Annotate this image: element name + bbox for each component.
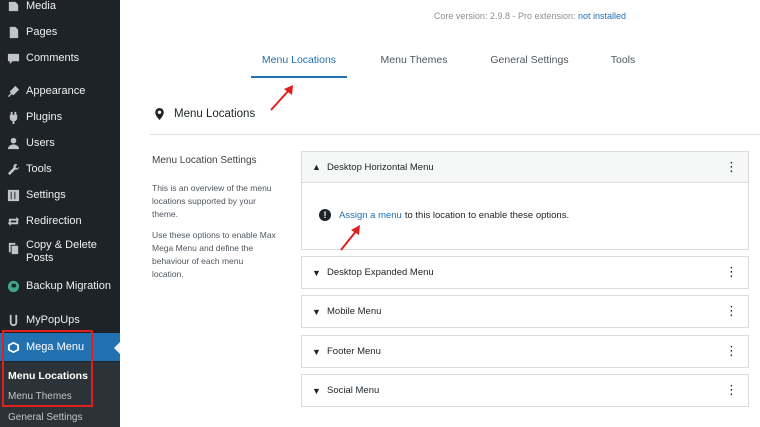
sidebar-item-label: Comments [26,51,80,64]
appearance-icon [6,84,20,98]
media-icon [6,0,20,13]
notice-text: to this location to enable these options… [404,209,570,221]
main-content: Core version: 2.9.8 - Pro extension: not… [120,0,760,427]
more-options-icon[interactable]: ⋮ [725,383,738,397]
copy-delete-icon [6,241,20,255]
panel-footer-menu[interactable]: ▼ Footer Menu ⋮ [301,335,749,368]
more-options-icon[interactable]: ⋮ [725,304,738,318]
pro-extension-link[interactable]: not installed [578,11,626,21]
sidebar-item-appearance[interactable]: Appearance [0,78,120,104]
section-title-text: Menu Locations [174,108,256,120]
panel-title: Desktop Horizontal Menu [327,161,434,173]
admin-sidebar: Media Pages Comments Appearance Plugins … [0,0,120,427]
sidebar-item-plugins[interactable]: Plugins [0,104,120,130]
chevron-down-icon: ▼ [312,346,321,357]
tab-bar: Menu Locations Menu Themes General Setti… [120,54,760,78]
panel-header[interactable]: ▼ Desktop Expanded Menu ⋮ [302,257,748,288]
more-options-icon[interactable]: ⋮ [725,265,738,279]
chevron-down-icon: ▼ [312,267,321,278]
submenu-item-general-settings[interactable]: General Settings [8,412,83,423]
sidebar-item-label: Pages [26,25,58,38]
panel-title: Desktop Expanded Menu [327,267,434,278]
section-heading: Menu Locations [154,108,255,120]
sidebar-item-comments[interactable]: Comments [0,45,120,71]
settings-heading: Menu Location Settings [152,155,257,166]
panel-header[interactable]: ▲ Desktop Horizontal Menu ⋮ [302,152,748,183]
sidebar-item-label: Media [26,0,56,12]
settings-icon [6,188,20,202]
panel-social-menu[interactable]: ▼ Social Menu ⋮ [301,374,749,407]
panel-body: ! Assign a menu to this location to enab… [302,183,748,251]
settings-desc-2: Use these options to enable Max Mega Men… [152,230,276,279]
tab-menu-locations[interactable]: Menu Locations [251,54,347,78]
users-icon [6,136,20,150]
sidebar-item-label: Copy & Delete Posts [26,239,97,264]
sidebar-item-backup-migration[interactable]: Backup Migration [0,273,120,299]
divider [150,134,760,135]
sidebar-item-tools[interactable]: Tools [0,156,120,182]
panel-mobile-menu[interactable]: ▼ Mobile Menu ⋮ [301,295,749,328]
sidebar-item-label: Appearance [26,84,86,97]
tab-general-settings[interactable]: General Settings [482,54,577,78]
redirection-icon [6,214,20,228]
sidebar-item-settings[interactable]: Settings [0,182,120,208]
sidebar-item-pages[interactable]: Pages [0,19,120,45]
panel-title: Social Menu [327,385,380,396]
pages-icon [6,25,20,39]
assign-menu-link[interactable]: Assign a menu [339,210,402,221]
tools-icon [6,162,20,176]
plugins-icon [6,110,20,124]
panel-header[interactable]: ▼ Mobile Menu ⋮ [302,296,748,327]
backup-icon [6,279,20,293]
settings-description: Menu Location Settings This is an overvi… [152,155,277,289]
tab-tools[interactable]: Tools [603,54,643,78]
sidebar-item-label: Users [26,136,55,149]
comments-icon [6,51,20,65]
warning-icon: ! [319,209,331,221]
sidebar-item-label: Tools [26,162,52,175]
annotation-highlight-box [2,330,93,407]
chevron-up-icon: ▲ [312,162,321,172]
version-info: Core version: 2.9.8 - Pro extension: not… [120,11,760,21]
sidebar-item-label: Plugins [26,110,63,123]
version-text: Core version: 2.9.8 - Pro extension: [433,11,576,21]
sidebar-item-label: MyPopUps [26,313,80,326]
sidebar-item-users[interactable]: Users [0,130,120,156]
more-options-icon[interactable]: ⋮ [725,344,738,358]
more-options-icon[interactable]: ⋮ [725,160,738,174]
chevron-down-icon: ▼ [312,385,321,396]
settings-desc-1: This is an overview of the menu location… [152,183,272,219]
panel-title: Footer Menu [327,346,381,357]
panel-desktop-horizontal-menu: ▲ Desktop Horizontal Menu ⋮ ! Assign a m… [301,151,749,251]
sidebar-item-label: Settings [26,188,66,201]
tab-menu-themes[interactable]: Menu Themes [372,54,456,78]
assign-notice: ! Assign a menu to this location to enab… [319,209,569,221]
sidebar-item-copy-delete-posts[interactable]: Copy & Delete Posts [0,239,120,269]
panel-header[interactable]: ▼ Footer Menu ⋮ [302,336,748,367]
annotation-arrow-tabs [270,85,293,111]
sidebar-item-media[interactable]: Media [0,0,120,19]
sidebar-item-label: Redirection [26,214,82,227]
sidebar-item-label: Backup Migration [26,279,111,292]
panel-header[interactable]: ▼ Social Menu ⋮ [302,375,748,406]
mypopups-icon [6,313,20,327]
annotation-arrow-assign [340,225,360,251]
panel-title: Mobile Menu [327,306,382,317]
chevron-down-icon: ▼ [312,306,321,317]
sidebar-item-redirection[interactable]: Redirection [0,208,120,234]
location-pin-icon [155,108,164,120]
panel-desktop-expanded-menu[interactable]: ▼ Desktop Expanded Menu ⋮ [301,256,749,289]
